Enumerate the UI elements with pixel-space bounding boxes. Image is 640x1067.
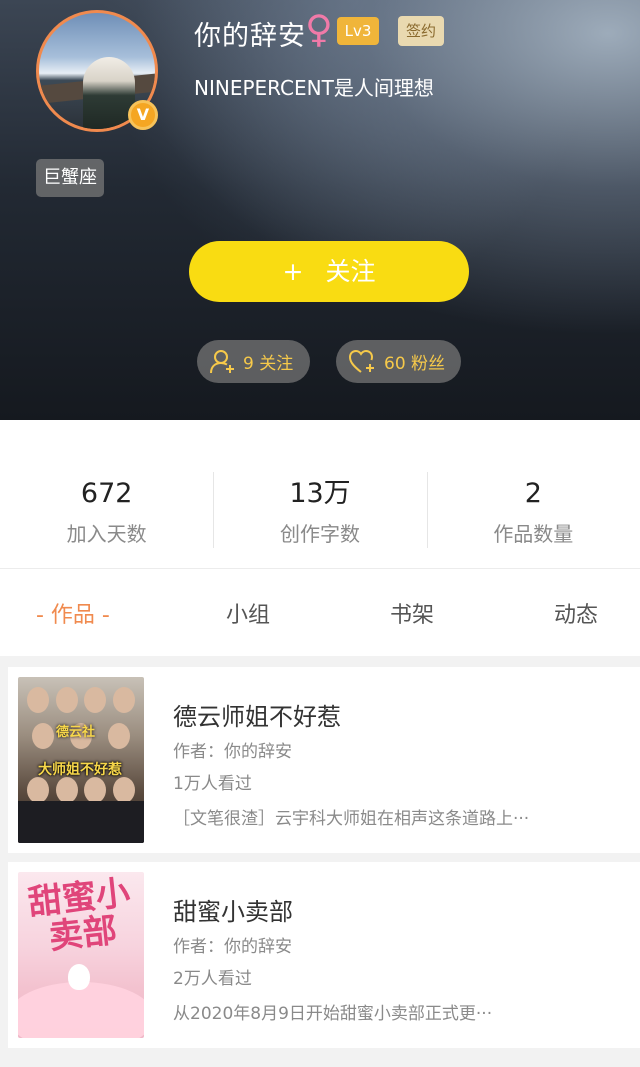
work-cover: 甜蜜小卖部 xyxy=(18,872,144,1038)
tab-bookshelf[interactable]: 书架 xyxy=(390,597,434,629)
bio: NINEPERCENT是人间理想 xyxy=(194,76,434,100)
level-badge: Lv3 xyxy=(337,17,379,45)
work-views: 1万人看过 xyxy=(173,774,252,794)
cover-title: 甜蜜小卖部 xyxy=(26,872,132,958)
tab-activity[interactable]: 动态 xyxy=(554,597,598,629)
profile-header: V 你的辞安 ♀ Lv3 签约 NINEPERCENT是人间理想 巨蟹座 + 关注… xyxy=(0,0,640,420)
stat-label: 加入天数 xyxy=(66,522,147,546)
cover-subtitle: 德云社 xyxy=(56,725,96,740)
zodiac-tag: 巨蟹座 xyxy=(36,159,104,197)
follow-button[interactable]: + 关注 xyxy=(189,241,469,302)
avatar[interactable]: V xyxy=(36,10,158,132)
tab-bar: - 作品 - 小组 书架 动态 xyxy=(0,568,640,656)
following-button[interactable]: 9 关注 xyxy=(197,340,310,383)
work-item[interactable]: 甜蜜小卖部 甜蜜小卖部 作者：你的辞安 2万人看过 从2020年8月9日开始甜蜜… xyxy=(8,862,640,1048)
signed-badge: 签约 xyxy=(398,16,444,46)
stat-works: 2 作品数量 xyxy=(426,420,640,568)
work-author: 作者：你的辞安 xyxy=(173,742,292,762)
stat-label: 作品数量 xyxy=(493,522,574,546)
tab-works[interactable]: - 作品 - xyxy=(36,597,110,629)
stats-bar: 672 加入天数 13万 创作字数 2 作品数量 xyxy=(0,420,640,568)
following-count: 9 关注 xyxy=(243,354,294,374)
female-icon: ♀ xyxy=(305,7,333,51)
verified-v-icon: V xyxy=(128,100,158,130)
work-title: 德云师姐不好惹 xyxy=(173,703,341,731)
work-cover: 德云社 大师姐不好惹 xyxy=(18,677,144,843)
stat-value: 13万 xyxy=(289,478,351,509)
username: 你的辞安 xyxy=(194,21,306,52)
tab-groups[interactable]: 小组 xyxy=(226,597,270,629)
work-description: ［文笔很渣］云宇科大师姐在相声这条道路上··· xyxy=(173,809,530,829)
work-item[interactable]: 德云社 大师姐不好惹 德云师姐不好惹 作者：你的辞安 1万人看过 ［文笔很渣］云… xyxy=(8,667,640,853)
heart-plus-icon xyxy=(348,349,374,373)
plus-icon: + xyxy=(282,257,304,286)
user-plus-icon xyxy=(210,349,234,373)
work-title: 甜蜜小卖部 xyxy=(173,898,293,926)
work-description: 从2020年8月9日开始甜蜜小卖部正式更··· xyxy=(173,1004,493,1024)
stat-value: 672 xyxy=(80,478,133,509)
work-views: 2万人看过 xyxy=(173,969,252,989)
fans-button[interactable]: 60 粉丝 xyxy=(336,340,461,383)
stat-days: 672 加入天数 xyxy=(0,420,213,568)
follow-label: 关注 xyxy=(325,257,376,286)
fans-count: 60 粉丝 xyxy=(384,354,446,374)
stat-value: 2 xyxy=(524,478,542,509)
work-author: 作者：你的辞安 xyxy=(173,937,292,957)
stat-label: 创作字数 xyxy=(279,522,360,546)
cover-title: 大师姐不好惹 xyxy=(38,762,122,778)
stat-words: 13万 创作字数 xyxy=(213,420,426,568)
